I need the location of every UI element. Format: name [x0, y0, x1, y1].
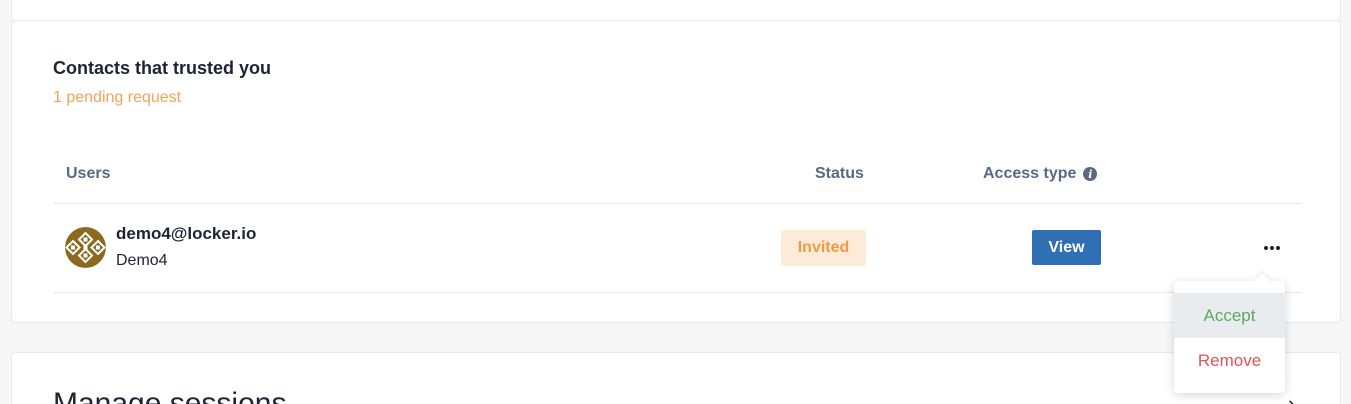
table-header: Users Status Access type i	[53, 147, 1301, 204]
accept-menu-item[interactable]: Accept	[1174, 293, 1285, 338]
dot	[1270, 246, 1274, 250]
column-header-status: Status	[815, 165, 864, 182]
column-header-access-type-label: Access type	[983, 165, 1077, 182]
page: Contacts that trusted you 1 pending requ…	[0, 0, 1351, 404]
user-email: demo4@locker.io	[116, 224, 257, 243]
pending-request-count: 1 pending request	[53, 89, 182, 106]
trusted-contacts-card: Contacts that trusted you 1 pending requ…	[11, 20, 1341, 323]
user-name: Demo4	[116, 252, 168, 269]
manage-sessions-title: Manage sessions	[53, 387, 287, 404]
status-badge: Invited	[781, 230, 866, 266]
dot	[1276, 246, 1280, 250]
info-icon[interactable]: i	[1083, 167, 1098, 181]
avatar	[65, 227, 106, 268]
row-actions-menu: Accept Remove	[1174, 272, 1285, 393]
view-access-button[interactable]: View	[1032, 230, 1101, 265]
more-actions-icon[interactable]	[1259, 238, 1285, 258]
remove-menu-item[interactable]: Remove	[1174, 338, 1285, 383]
table-row: demo4@locker.io Demo4 Invited View	[53, 204, 1301, 293]
manage-sessions-card: Manage sessions ›	[11, 352, 1341, 404]
column-header-users: Users	[66, 165, 111, 182]
dot	[1264, 246, 1268, 250]
column-header-access-type: Access type i	[983, 165, 1098, 183]
chevron-right-icon[interactable]: ›	[1288, 391, 1295, 404]
section-title: Contacts that trusted you	[53, 58, 272, 78]
previous-card-bottom	[11, 0, 1341, 21]
